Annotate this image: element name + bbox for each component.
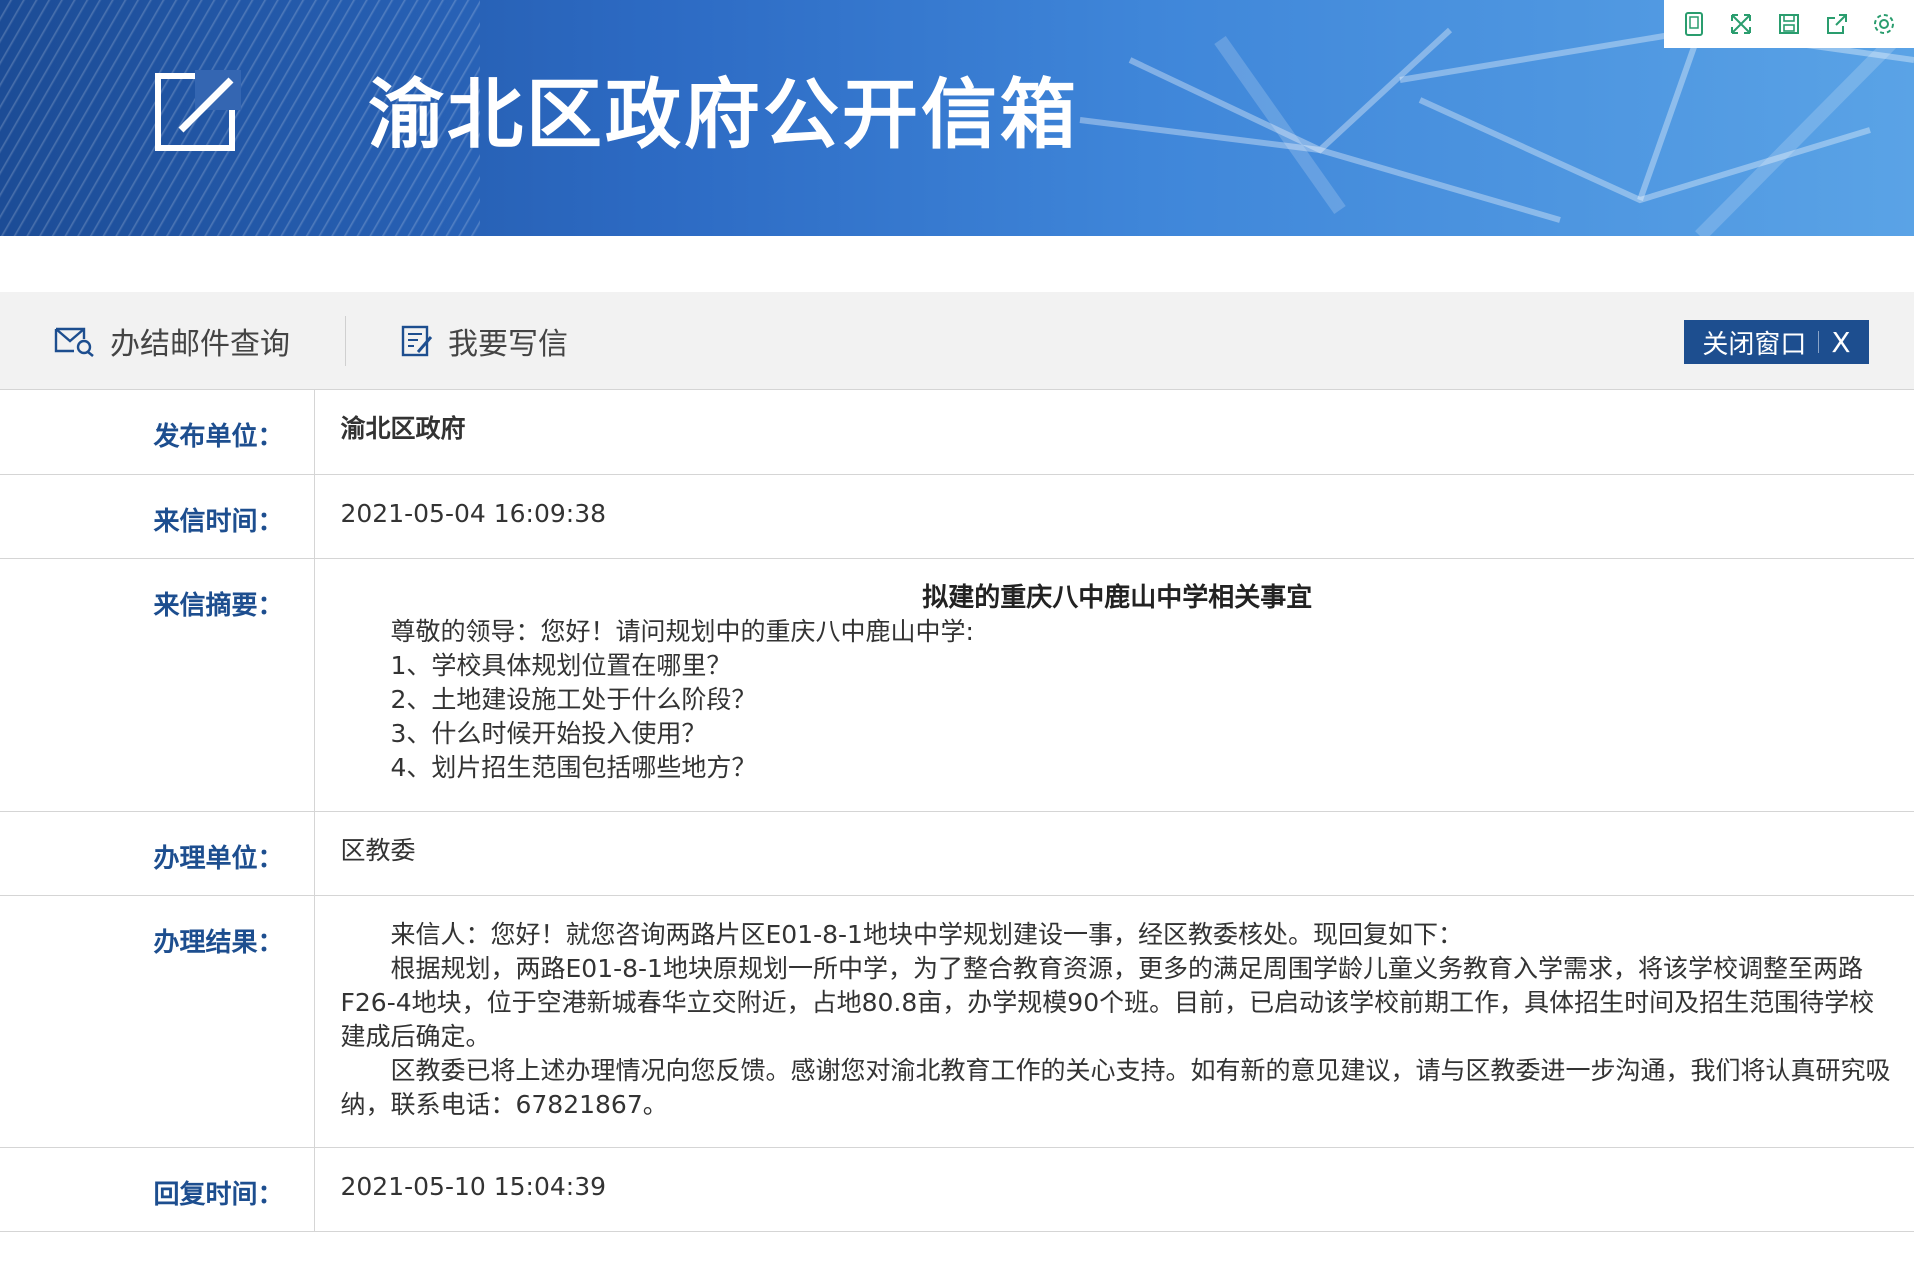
action-toolbar: 办结邮件查询 我要写信 关闭窗口 X [0, 292, 1914, 390]
close-window-button[interactable]: 关闭窗口 X [1684, 320, 1869, 364]
close-icon: X [1831, 325, 1851, 359]
fullscreen-icon [1731, 14, 1752, 34]
field-label: 回复时间： [0, 1147, 315, 1232]
summary-line: 3、什么时候开始投入使用？ [390, 718, 707, 748]
write-letter-link[interactable]: 我要写信 [400, 292, 568, 390]
field-label: 发布单位： [0, 390, 315, 475]
save-button[interactable] [1773, 8, 1805, 40]
letter-time-value: 2021-05-04 16:09:38 [314, 474, 1914, 559]
close-window-label: 关闭窗口 [1702, 329, 1807, 360]
mail-search-icon [54, 327, 94, 357]
table-row: 来信摘要： 拟建的重庆八中鹿山中学相关事宜 尊敬的领导：您好！请问规划中的重庆八… [0, 558, 1914, 812]
letter-detail-table: 发布单位： 渝北区政府 来信时间： 2021-05-04 16:09:38 来信… [0, 390, 1914, 1232]
summary-title: 拟建的重庆八中鹿山中学相关事宜 [922, 582, 1313, 613]
table-row: 来信时间： 2021-05-04 16:09:38 [0, 474, 1914, 559]
fullscreen-button[interactable] [1725, 8, 1757, 40]
result-paragraph: 根据规划，两路E01-8-1地块原规划一所中学，为了整合教育资源，更多的满足周围… [340, 953, 1875, 1051]
publisher-value: 渝北区政府 [314, 390, 1914, 475]
summary-value: 拟建的重庆八中鹿山中学相关事宜 尊敬的领导：您好！请问规划中的重庆八中鹿山中学:… [314, 558, 1914, 812]
write-letter-label: 我要写信 [448, 327, 568, 362]
top-tools [1664, 0, 1914, 48]
field-label: 来信时间： [0, 474, 315, 559]
field-label: 办理结果： [0, 895, 315, 1148]
query-finished-mail-label: 办结邮件查询 [110, 327, 290, 362]
phone-view-icon [1684, 12, 1703, 36]
table-row: 办理单位： 区教委 [0, 811, 1914, 896]
write-letter-icon [401, 325, 433, 357]
share-icon [1826, 14, 1847, 34]
summary-line: 1、学校具体规划位置在哪里？ [390, 650, 732, 680]
logo-edit-icon [155, 70, 241, 151]
save-icon [1778, 14, 1799, 34]
table-row: 发布单位： 渝北区政府 [0, 390, 1914, 475]
settings-icon [1874, 14, 1895, 34]
result-paragraph: 区教委已将上述办理情况向您反馈。感谢您对渝北教育工作的关心支持。如有新的意见建议… [340, 1055, 1891, 1119]
toolbar-divider [345, 316, 346, 366]
summary-line: 4、划片招生范围包括哪些地方？ [390, 752, 757, 782]
close-divider [1818, 331, 1820, 353]
summary-line: 2、土地建设施工处于什么阶段？ [390, 684, 757, 714]
result-paragraph: 来信人：您好！就您咨询两路片区E01-8-1地块中学规划建设一事，经区教委核处。… [390, 919, 1463, 949]
result-value: 来信人：您好！就您咨询两路片区E01-8-1地块中学规划建设一事，经区教委核处。… [314, 895, 1914, 1148]
table-row: 办理结果： 来信人：您好！就您咨询两路片区E01-8-1地块中学规划建设一事，经… [0, 895, 1914, 1148]
share-button[interactable] [1821, 8, 1853, 40]
banner-title: 渝北区政府公开信箱 [368, 70, 1079, 159]
field-label: 来信摘要： [0, 558, 315, 812]
table-row: 回复时间： 2021-05-10 15:04:39 [0, 1147, 1914, 1232]
header-banner: 渝北区政府公开信箱 [0, 0, 1914, 236]
reply-time-value: 2021-05-10 15:04:39 [314, 1147, 1914, 1232]
settings-button[interactable] [1868, 8, 1900, 40]
field-label: 办理单位： [0, 811, 315, 896]
summary-line: 尊敬的领导：您好！请问规划中的重庆八中鹿山中学: [390, 616, 974, 646]
handler-value: 区教委 [314, 811, 1914, 896]
phone-view-button[interactable] [1678, 8, 1710, 40]
query-finished-mail-link[interactable]: 办结邮件查询 [54, 292, 290, 390]
